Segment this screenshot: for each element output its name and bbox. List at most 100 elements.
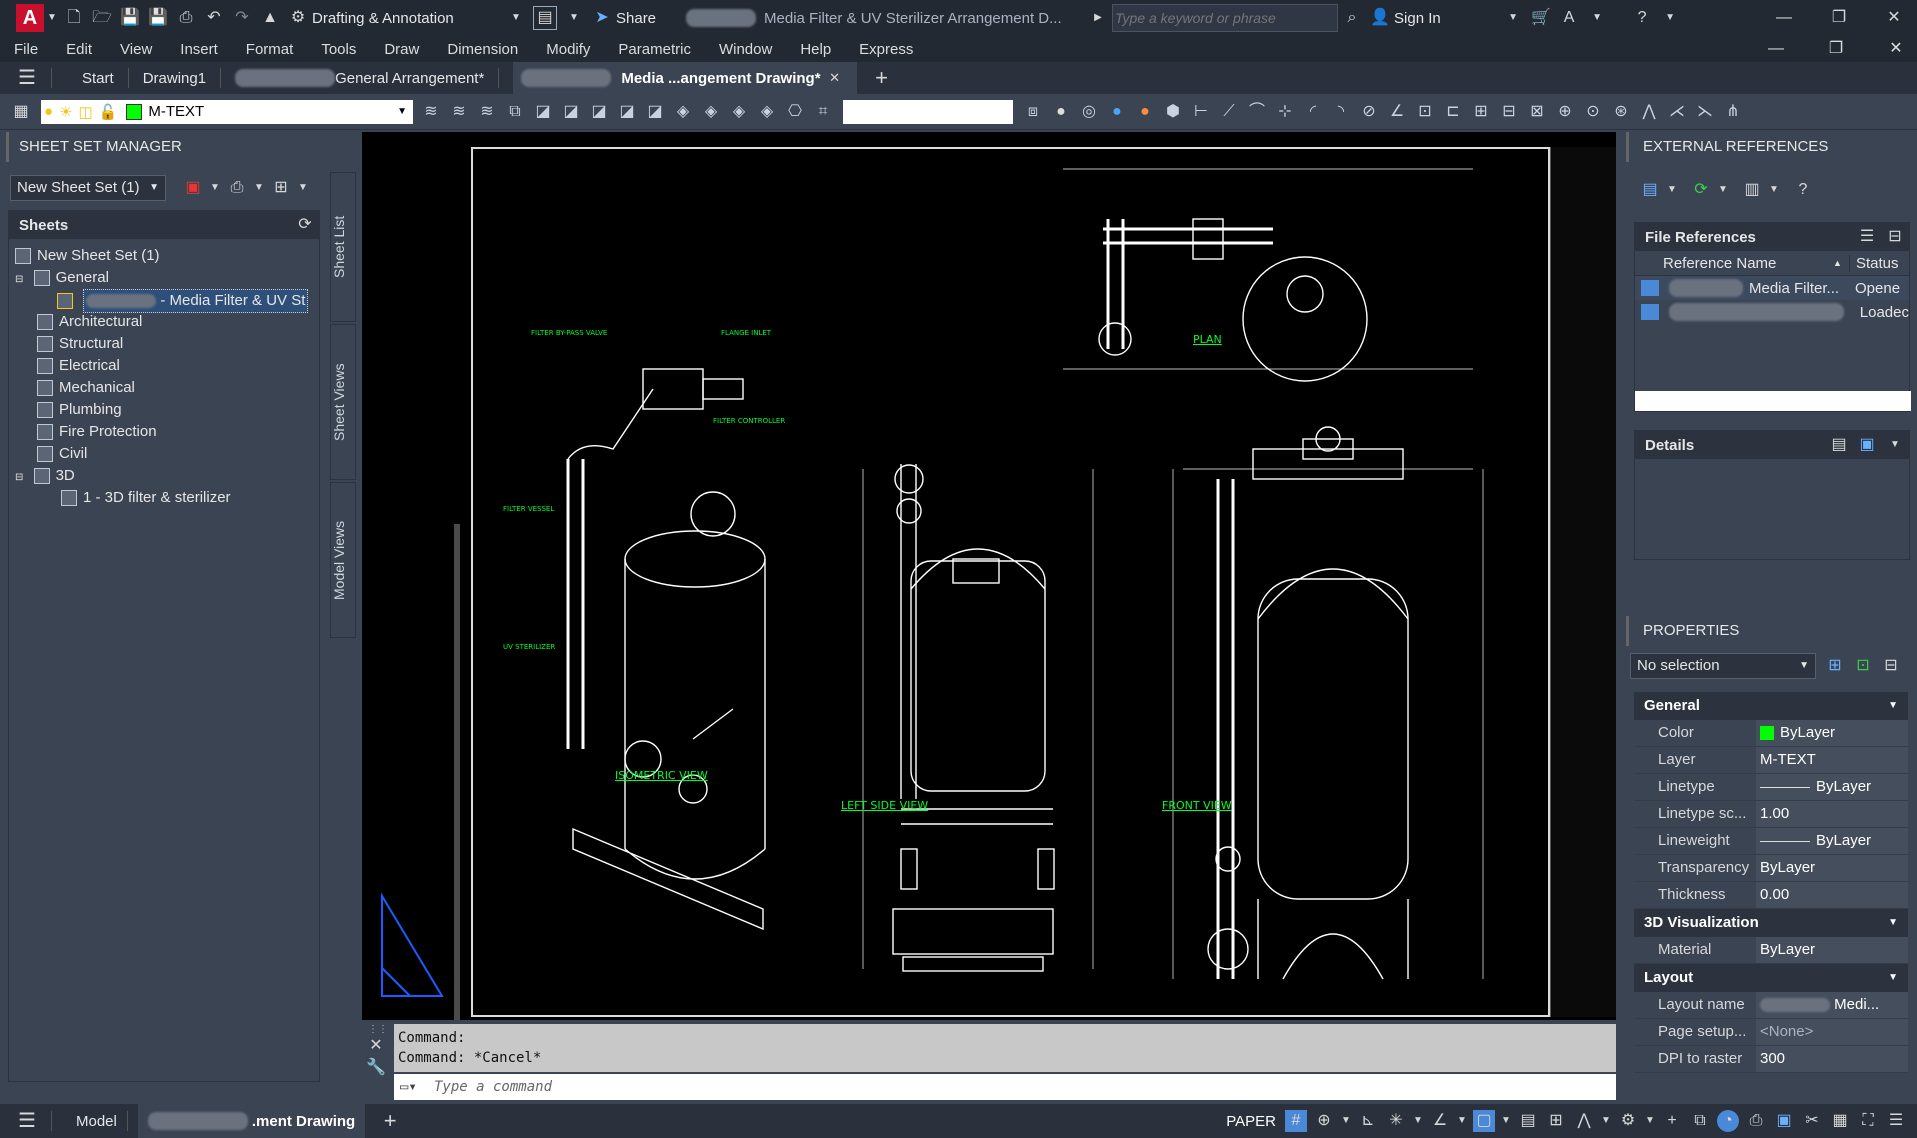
tree-item-3d-filter[interactable]: 1 - 3D filter & sterilizer [61, 487, 231, 509]
performance-icon[interactable]: ◔ [1717, 1110, 1739, 1132]
dim-text-edit-icon[interactable]: ⋋ [1693, 101, 1717, 123]
menu-view[interactable]: View [120, 41, 152, 58]
search-input[interactable] [1112, 4, 1339, 32]
hamburger-icon[interactable]: ☰ [16, 1110, 38, 1132]
tab-drawing1[interactable]: Drawing1 [143, 70, 206, 87]
open-folder-icon[interactable]: 🗁 [91, 7, 113, 29]
plot-icon[interactable]: ⎙ [226, 177, 248, 199]
view-cube-icon[interactable]: ◪ [587, 101, 611, 123]
cart-icon[interactable]: 🛒 [1530, 7, 1552, 29]
save-icon[interactable]: 💾 [119, 7, 141, 29]
close-icon[interactable]: ✕ [1885, 38, 1907, 60]
paper-space-toggle[interactable]: PAPER [1226, 1113, 1276, 1130]
refresh-icon[interactable]: ⟳ [1690, 179, 1712, 201]
dim-aligned-icon[interactable]: ⟋ [1217, 101, 1241, 123]
baseline-icon[interactable]: ⊏ [1441, 101, 1465, 123]
save-as-icon[interactable]: 💾 [147, 7, 169, 29]
tree-item-fire-protection[interactable]: Fire Protection [37, 421, 157, 443]
match-icon[interactable]: ▲ [259, 7, 281, 29]
iso-view-icon[interactable]: ◈ [699, 101, 723, 123]
xref-row[interactable]: Loadec [1635, 300, 1909, 324]
close-icon[interactable]: ✕ [1883, 7, 1905, 29]
section-layout[interactable]: Layout ▼ [1634, 964, 1908, 992]
isolate-icon[interactable]: ✂ [1801, 1110, 1823, 1132]
layer-tool-icon[interactable]: ⧉ [503, 101, 527, 123]
customize-icon[interactable]: ☰ [1885, 1110, 1907, 1132]
layer-tool-icon[interactable]: ≋ [419, 101, 443, 123]
minimize-icon[interactable]: — [1765, 38, 1787, 60]
space-icon[interactable]: ⊟ [1497, 101, 1521, 123]
transparency-icon[interactable]: ⊞ [1545, 1110, 1567, 1132]
chevron-down-icon[interactable]: ▼ [1457, 1110, 1467, 1132]
menu-modify[interactable]: Modify [546, 41, 590, 58]
add-tab-icon[interactable]: + [871, 67, 893, 89]
jogged-linear-icon[interactable]: ⋀ [1637, 101, 1661, 123]
help-icon[interactable]: ? [1631, 7, 1653, 29]
print-icon[interactable]: ⎙ [175, 7, 197, 29]
tab-sheet-views[interactable]: Sheet Views [330, 324, 356, 480]
chevron-down-icon[interactable]: ▼ [1884, 434, 1906, 456]
share-button[interactable]: Share [616, 10, 656, 27]
command-input[interactable]: ▭▾ Type a command [394, 1074, 1616, 1100]
visual-style-icon[interactable]: ⧈ [1021, 101, 1045, 123]
chevron-down-icon[interactable]: ▼ [563, 7, 585, 29]
tree-item-structural[interactable]: Structural [37, 333, 123, 355]
section-3d-visualization[interactable]: 3D Visualization ▼ [1634, 909, 1908, 937]
sheet-options-icon[interactable]: ⊞ [270, 177, 292, 199]
close-icon[interactable]: ✕ [365, 1035, 387, 1057]
search-icon[interactable]: ⌕ [1341, 7, 1363, 29]
named-view-icon[interactable]: ⌗ [811, 101, 835, 123]
dim-edit-icon[interactable]: ⋌ [1665, 101, 1689, 123]
tab-model-views[interactable]: Model Views [330, 482, 356, 638]
tab-layout-active[interactable]: .ment Drawing [137, 1104, 366, 1138]
close-icon[interactable]: ✕ [824, 67, 846, 89]
polar-icon[interactable]: ✳ [1385, 1110, 1407, 1132]
selection-dropdown[interactable]: No selection ▼ [1630, 653, 1816, 679]
workspace-selector[interactable]: Drafting & Annotation [312, 10, 502, 27]
layer-tool-icon[interactable]: ≋ [475, 101, 499, 123]
tab-sheet-list[interactable]: Sheet List [330, 172, 356, 322]
toggle-pickadd-icon[interactable]: ⊞ [1824, 655, 1846, 677]
menu-help[interactable]: Help [800, 41, 831, 58]
dim-update-icon[interactable]: ⋔ [1721, 101, 1745, 123]
chevron-down-icon[interactable]: ▼ [1601, 1110, 1611, 1132]
view-cube-icon[interactable]: ◪ [559, 101, 583, 123]
tree-item-architectural[interactable]: Architectural [37, 311, 142, 333]
chevron-down-icon[interactable]: ▼ [1645, 1110, 1655, 1132]
chevron-down-icon[interactable]: ▼ [210, 177, 220, 199]
tree-item-plumbing[interactable]: Plumbing [37, 399, 122, 421]
menu-tools[interactable]: Tools [321, 41, 356, 58]
menu-format[interactable]: Format [246, 41, 294, 58]
isodraft-icon[interactable]: ∠ [1429, 1110, 1451, 1132]
dim-radius-icon[interactable]: ◜ [1301, 101, 1325, 123]
quick-dim-icon[interactable]: ⊡ [1413, 101, 1437, 123]
iso-view-icon[interactable]: ◈ [727, 101, 751, 123]
prop-linetype-scale[interactable]: Linetype sc... 1.00 [1634, 801, 1908, 828]
chevron-down-icon[interactable]: ▼ [1659, 7, 1681, 29]
plus-icon[interactable]: + [1661, 1110, 1683, 1132]
layer-state-icon[interactable]: ▤ [533, 6, 557, 30]
dim-arc-icon[interactable]: ⌒ [1245, 101, 1269, 123]
new-file-icon[interactable]: 🗋 [63, 7, 85, 29]
menu-dimension[interactable]: Dimension [447, 41, 518, 58]
camera-icon[interactable]: ⎔ [783, 101, 807, 123]
details-view-icon[interactable]: ▤ [1828, 434, 1850, 456]
iso-view-icon[interactable]: ◈ [671, 101, 695, 123]
refresh-icon[interactable]: ⟳ [294, 214, 316, 236]
attach-icon[interactable]: ▤ [1639, 179, 1661, 201]
snap-icon[interactable]: ⊕ [1313, 1110, 1335, 1132]
layer-dropdown[interactable]: ● ☀ ◫ 🔓 M-TEXT ▼ [41, 99, 413, 124]
command-prompt-icon[interactable]: ▭▾ [400, 1074, 417, 1100]
tree-view-icon[interactable]: ⊟ [1884, 226, 1906, 248]
sphere-icon[interactable]: ● [1049, 101, 1073, 123]
wrench-icon[interactable]: 🔧 [365, 1057, 387, 1079]
clean-screen-icon[interactable]: ▦ [1829, 1110, 1851, 1132]
prop-linetype[interactable]: Linetype ByLayer [1634, 774, 1908, 801]
chevron-down-icon[interactable]: ▼ [1501, 1110, 1511, 1132]
xref-hscroll[interactable] [1635, 391, 1911, 411]
sign-in-button[interactable]: Sign In [1394, 10, 1499, 27]
add-layout-icon[interactable]: + [379, 1110, 401, 1132]
quick-select-icon[interactable]: ⊟ [1880, 655, 1902, 677]
chevron-down-icon[interactable]: ▼ [1413, 1110, 1423, 1132]
collapse-icon[interactable]: ⊟ [15, 472, 23, 483]
